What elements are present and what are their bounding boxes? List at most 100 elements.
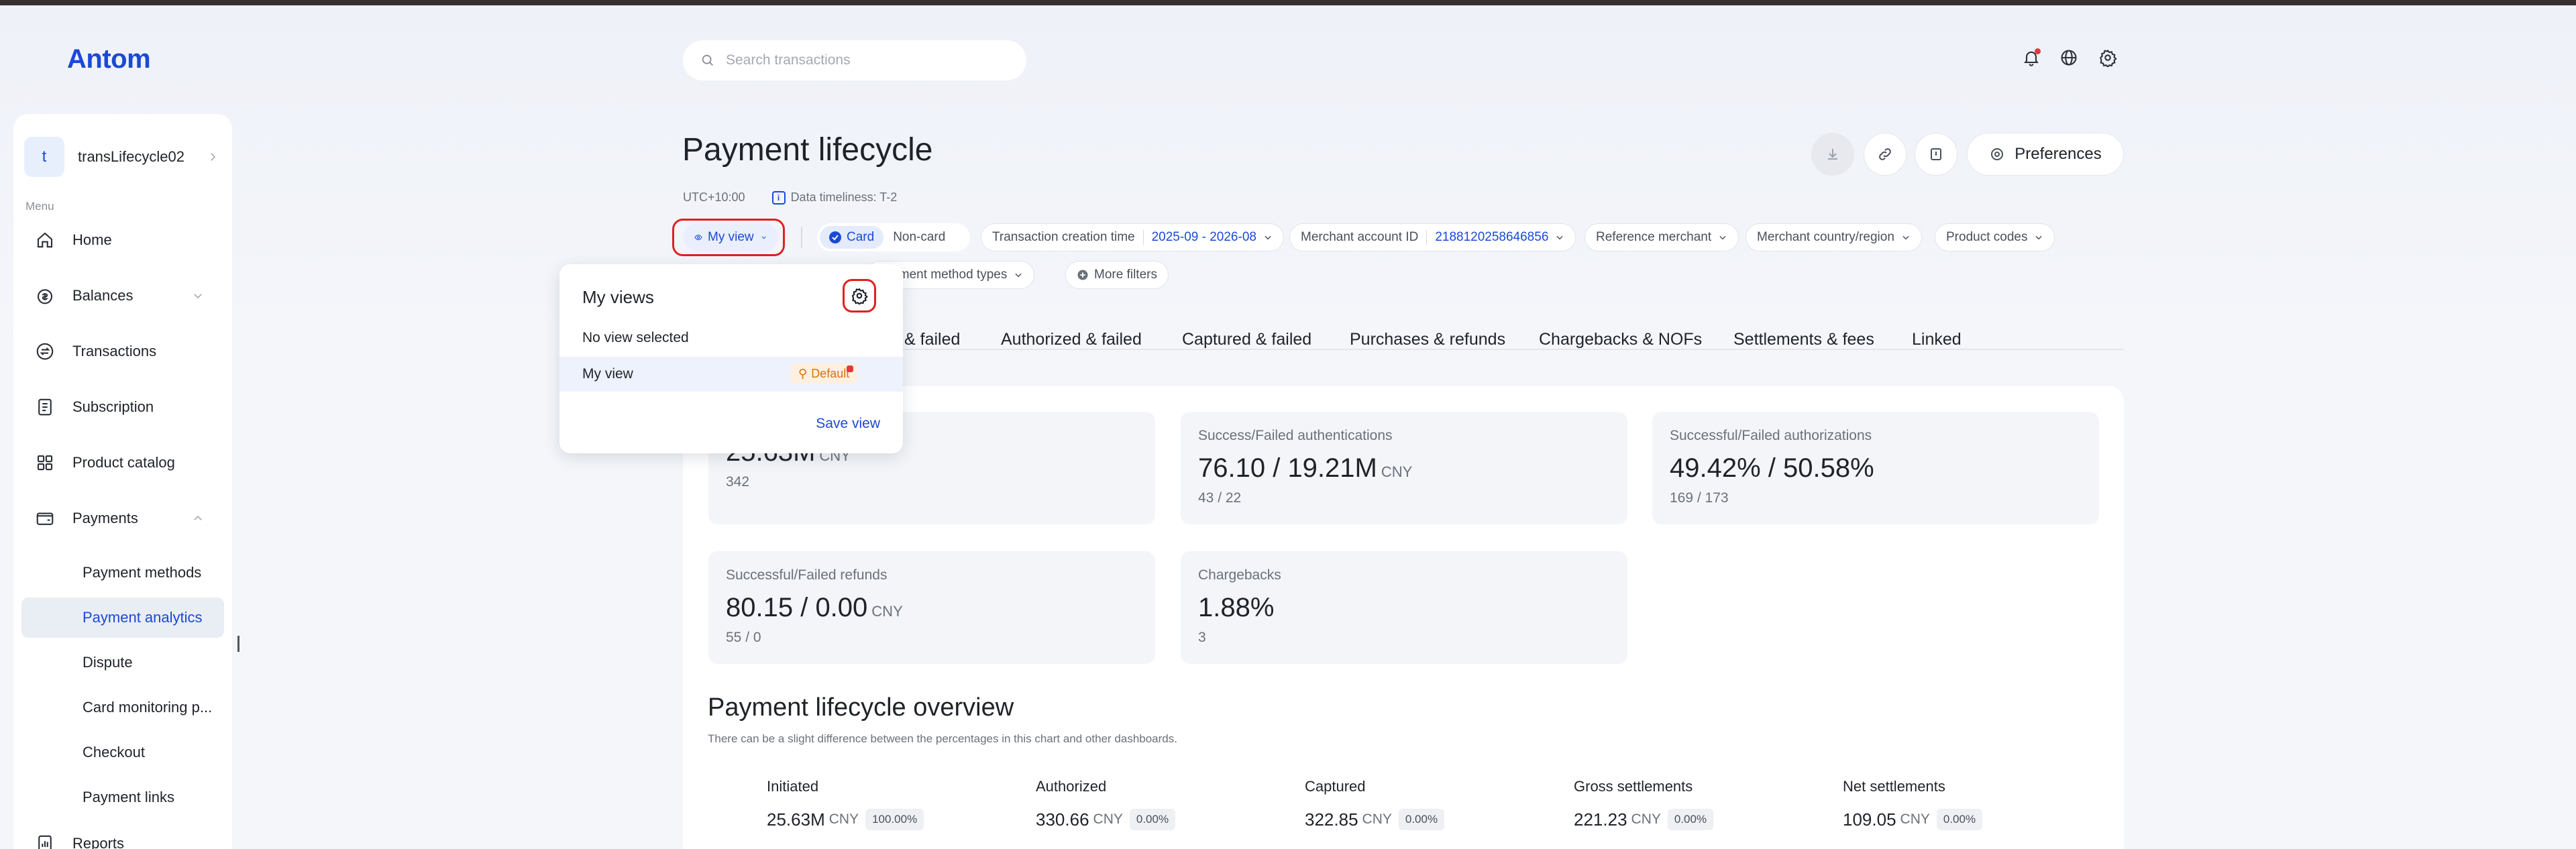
metric-value: 76.10 / 19.21M CNY <box>1198 453 1413 483</box>
share-link-button[interactable] <box>1864 133 1907 176</box>
stage-label: Initiated <box>767 778 819 795</box>
tab-chargebacks-nofs[interactable]: Chargebacks & NOFs <box>1539 330 1702 349</box>
download-button[interactable] <box>1811 133 1854 176</box>
transaction-time-filter[interactable]: Transaction creation time 2025-09 - 2026… <box>981 223 1284 251</box>
tab-authorized-failed[interactable]: Authorized & failed <box>1001 330 1142 349</box>
tab-settlements-fees[interactable]: Settlements & fees <box>1733 330 1874 349</box>
tab-purchases-refunds[interactable]: Purchases & refunds <box>1350 330 1505 349</box>
view-name: My view <box>582 366 633 382</box>
settings-button[interactable] <box>2097 47 2118 68</box>
filter-value: 2025-09 - 2026-08 <box>1142 230 1256 245</box>
stage-value: 221.23 CNY 0.00% <box>1574 809 1714 830</box>
stage-percent: 0.00% <box>1936 809 1983 830</box>
save-view-button[interactable]: Save view <box>816 416 880 432</box>
sidebar-subitem-payment-methods[interactable]: Payment methods <box>21 553 224 593</box>
chevron-up-icon <box>194 515 202 520</box>
account-switcher[interactable]: t transLifecycle02 <box>24 135 219 178</box>
plus-circle-icon <box>1077 270 1088 280</box>
filter-label: Transaction creation time <box>992 230 1135 244</box>
stage-percent: 0.00% <box>1667 809 1714 830</box>
my-views-dropdown: My views No view selected My view ⚲ Defa… <box>559 264 903 453</box>
chevron-down-icon <box>1719 235 1726 240</box>
sidebar-resize-handle[interactable] <box>237 636 239 652</box>
timezone-label: UTC+10:00 <box>683 190 745 204</box>
card-option[interactable]: Card <box>820 226 884 249</box>
sidebar-subitem-payment-links[interactable]: Payment links <box>21 777 224 817</box>
filter-label: More filters <box>1094 268 1157 282</box>
stage-value: 25.63M CNY 100.00% <box>767 809 924 830</box>
highlight-ring-gear <box>843 279 876 313</box>
highlight-ring-my-view <box>672 219 785 256</box>
sidebar-item-payments[interactable]: Payments <box>21 497 224 540</box>
my-view-option[interactable]: My view ⚲ Default <box>559 357 903 392</box>
sidebar-subitem-checkout[interactable]: Checkout <box>21 732 224 773</box>
sidebar-item-balances[interactable]: Balances <box>21 274 224 317</box>
filter-label: Reference merchant <box>1596 230 1712 244</box>
menu-label: Menu <box>25 200 54 213</box>
stage-label: Net settlements <box>1843 778 1945 795</box>
filter-label: Merchant country/region <box>1757 230 1894 244</box>
stage-net-settlements: Net settlements 109.05 CNY 0.00% <box>1843 778 1983 830</box>
sidebar-item-label: Payments <box>72 510 138 526</box>
sidebar-item-home[interactable]: Home <box>21 219 224 262</box>
sidebar-subitem-dispute[interactable]: Dispute <box>21 642 224 683</box>
non-card-option[interactable]: Non-card <box>883 226 955 249</box>
layout-button[interactable] <box>1915 133 1957 176</box>
reference-merchant-filter[interactable]: Reference merchant <box>1585 223 1739 251</box>
stage-label: Authorized <box>1036 778 1107 795</box>
info-icon: i <box>771 190 786 205</box>
report-icon <box>38 835 52 849</box>
tab-captured-failed[interactable]: Captured & failed <box>1182 330 1311 349</box>
metric-value: 80.15 / 0.00 CNY <box>726 593 903 622</box>
preferences-label: Preferences <box>2015 145 2102 163</box>
metric-value: 1.88% <box>1198 593 1275 622</box>
badge-dot <box>847 365 854 372</box>
search-box[interactable] <box>683 40 1026 80</box>
preferences-button[interactable]: Preferences <box>1967 133 2124 176</box>
sidebar-item-product-catalog[interactable]: Product catalog <box>21 441 224 484</box>
language-button[interactable] <box>2058 47 2080 68</box>
stage-label: Captured <box>1305 778 1366 795</box>
tab-initiated-failed[interactable]: & failed <box>904 330 960 349</box>
more-filters-button[interactable]: More filters <box>1065 261 1169 289</box>
home-icon <box>37 232 53 248</box>
antom-logo[interactable]: Antom <box>67 44 151 74</box>
chevron-right-icon <box>211 153 216 161</box>
merchant-account-filter[interactable]: Merchant account ID 2188120258646856 <box>1289 223 1576 251</box>
avatar: t <box>24 137 64 177</box>
product-codes-filter[interactable]: Product codes <box>1935 223 2055 251</box>
default-badge-icon: ⚲ <box>798 366 808 380</box>
chevron-down-icon <box>194 294 202 299</box>
metric-card-refunds: Successful/Failed refunds 80.15 / 0.00 CN… <box>708 551 1155 664</box>
stage-value: 109.05 CNY 0.00% <box>1843 809 1983 830</box>
transfer-icon <box>36 343 54 360</box>
document-icon <box>38 398 52 416</box>
tab-linked[interactable]: Linked <box>1912 330 1962 349</box>
check-icon <box>829 231 841 243</box>
sidebar-item-label: Transactions <box>72 343 157 359</box>
link-icon <box>1879 148 1891 160</box>
filter-label: Product codes <box>1946 230 2028 244</box>
no-view-option[interactable]: No view selected <box>582 330 689 346</box>
metric-count: 43 / 22 <box>1198 490 1242 506</box>
sidebar-subitem-card-monitoring[interactable]: Card monitoring p... <box>21 687 224 728</box>
search-input[interactable] <box>726 52 1008 68</box>
card-type-toggle[interactable]: Card Non-card <box>817 223 970 251</box>
stage-percent: 100.00% <box>865 809 924 830</box>
account-name: transLifecycle02 <box>78 148 184 165</box>
metric-card-authentications: Success/Failed authentications 76.10 / 1… <box>1181 412 1627 524</box>
merchant-country-filter[interactable]: Merchant country/region <box>1746 223 1922 251</box>
sidebar-item-transactions[interactable]: Transactions <box>21 330 224 373</box>
data-timeliness-label: Data timeliness: T-2 <box>790 190 898 204</box>
stage-percent: 0.00% <box>1129 809 1176 830</box>
sidebar-item-reports[interactable]: Reports <box>21 822 224 849</box>
metric-card-chargebacks: Chargebacks 1.88% 3 <box>1181 551 1627 664</box>
wallet-icon <box>36 512 54 525</box>
overview-title: Payment lifecycle overview <box>708 693 1014 722</box>
sidebar-item-subscription[interactable]: Subscription <box>21 386 224 429</box>
metric-count: 55 / 0 <box>726 630 761 645</box>
sidebar-item-label: Product catalog <box>72 454 175 471</box>
sidebar-subitem-payment-analytics[interactable]: Payment analytics <box>21 598 224 638</box>
metric-label: Successful/Failed refunds <box>726 567 888 583</box>
notification-button[interactable] <box>2021 47 2042 68</box>
